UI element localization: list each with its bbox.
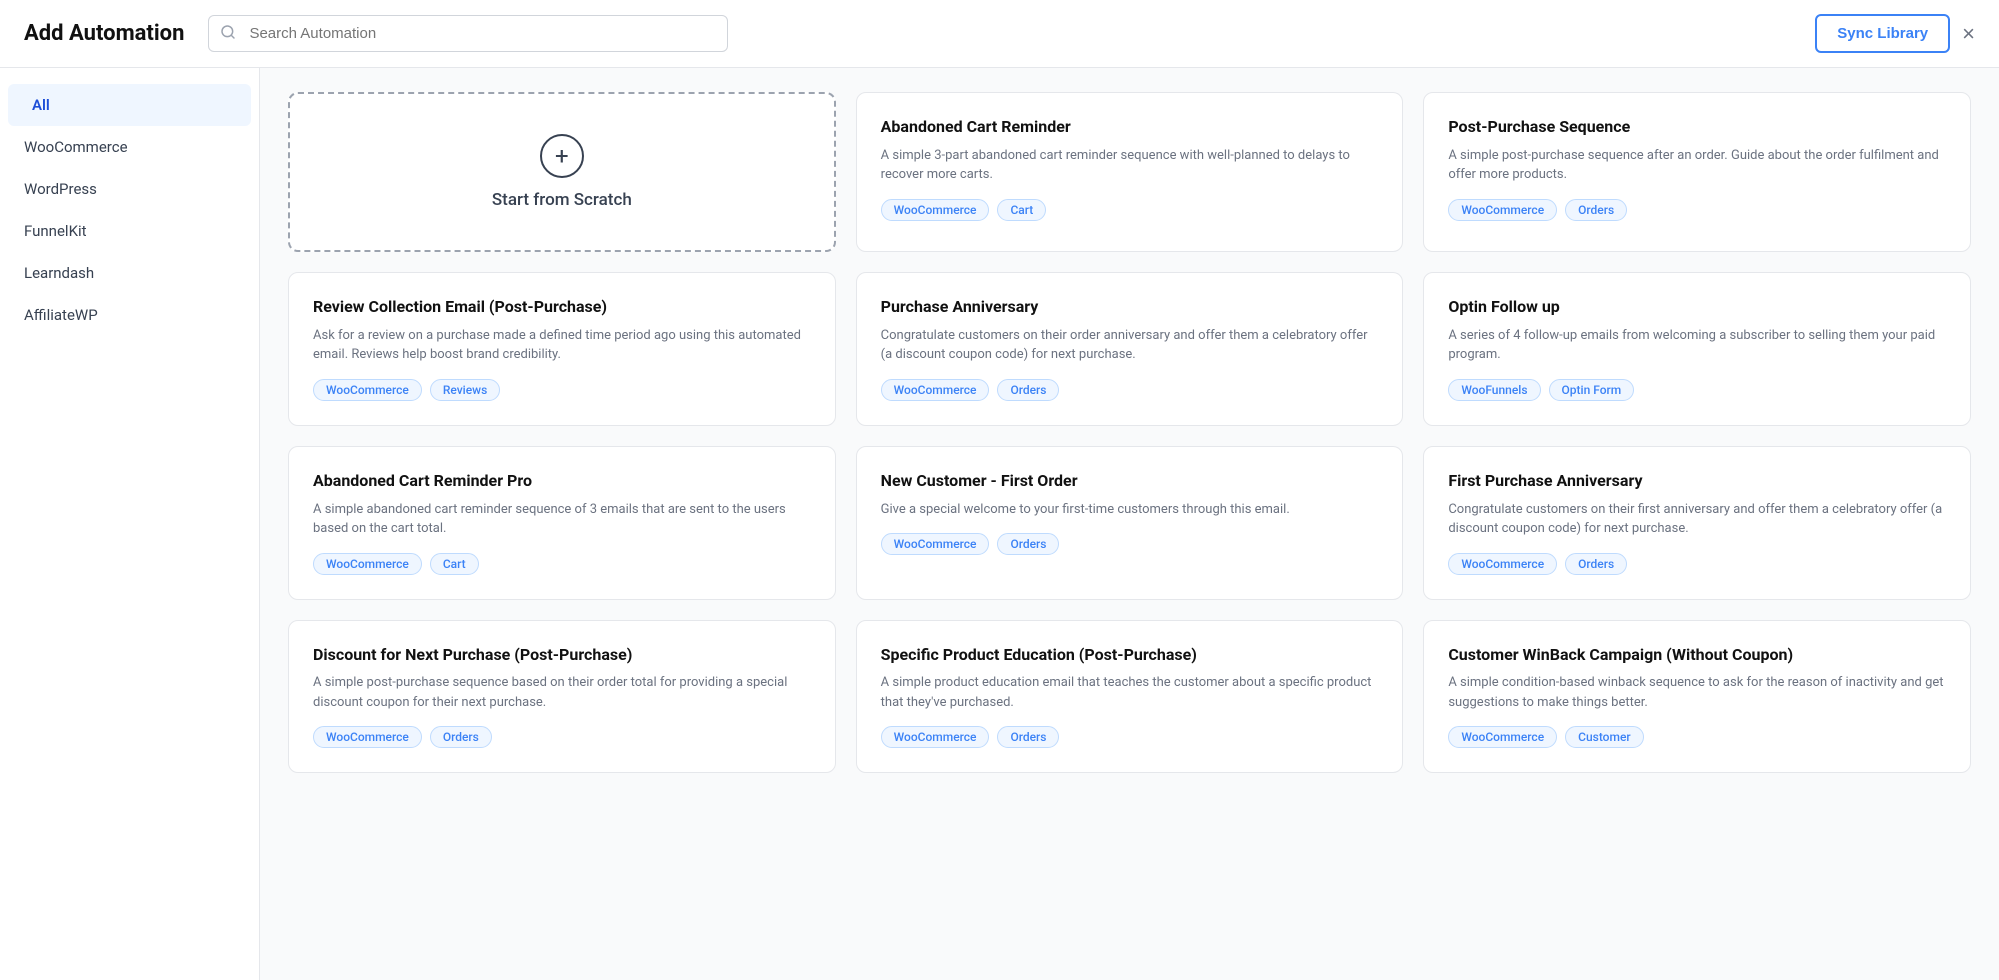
card-title: Optin Follow up xyxy=(1448,297,1946,318)
card-title: Post-Purchase Sequence xyxy=(1448,117,1946,138)
sidebar: AllWooCommerceWordPressFunnelKitLearndas… xyxy=(0,68,260,980)
card-tags: WooCommerce Orders xyxy=(1448,199,1946,221)
tag: Optin Form xyxy=(1549,379,1635,401)
header-actions: Sync Library × xyxy=(1815,14,1975,53)
card-tags: WooCommerce Cart xyxy=(881,199,1379,221)
tag: Cart xyxy=(997,199,1046,221)
card-tags: WooFunnels Optin Form xyxy=(1448,379,1946,401)
tag: WooFunnels xyxy=(1448,379,1540,401)
card-title: Abandoned Cart Reminder xyxy=(881,117,1379,138)
tag: Customer xyxy=(1565,726,1643,748)
automation-card-discount-next-purchase[interactable]: Discount for Next Purchase (Post-Purchas… xyxy=(288,620,836,774)
tag: WooCommerce xyxy=(881,199,990,221)
card-desc: A series of 4 follow-up emails from welc… xyxy=(1448,326,1946,365)
card-desc: A simple condition-based winback sequenc… xyxy=(1448,673,1946,712)
layout: AllWooCommerceWordPressFunnelKitLearndas… xyxy=(0,68,1999,980)
card-desc: A simple post-purchase sequence based on… xyxy=(313,673,811,712)
tag: Orders xyxy=(997,533,1059,555)
scratch-label: Start from Scratch xyxy=(492,190,632,210)
card-title: Purchase Anniversary xyxy=(881,297,1379,318)
automation-card-review-collection-email[interactable]: Review Collection Email (Post-Purchase) … xyxy=(288,272,836,426)
start-from-scratch-card[interactable]: + Start from Scratch xyxy=(288,92,836,252)
tag: Reviews xyxy=(430,379,500,401)
automation-card-abandoned-cart-reminder-pro[interactable]: Abandoned Cart Reminder Pro A simple aba… xyxy=(288,446,836,600)
card-desc: A simple 3-part abandoned cart reminder … xyxy=(881,146,1379,185)
card-desc: Congratulate customers on their order an… xyxy=(881,326,1379,365)
tag: WooCommerce xyxy=(881,533,990,555)
card-desc: A simple product education email that te… xyxy=(881,673,1379,712)
automation-card-customer-winback[interactable]: Customer WinBack Campaign (Without Coupo… xyxy=(1423,620,1971,774)
card-title: Abandoned Cart Reminder Pro xyxy=(313,471,811,492)
card-tags: WooCommerce Cart xyxy=(313,553,811,575)
tag: Orders xyxy=(430,726,492,748)
search-icon xyxy=(220,24,236,44)
search-wrapper xyxy=(208,15,728,52)
tag: WooCommerce xyxy=(1448,553,1557,575)
main-content: + Start from Scratch Abandoned Cart Remi… xyxy=(260,68,1999,980)
card-title: First Purchase Anniversary xyxy=(1448,471,1946,492)
card-desc: Give a special welcome to your first-tim… xyxy=(881,500,1379,520)
sidebar-item-funnelkit[interactable]: FunnelKit xyxy=(0,210,259,252)
search-input[interactable] xyxy=(208,15,728,52)
card-desc: Congratulate customers on their first an… xyxy=(1448,500,1946,539)
page-title: Add Automation xyxy=(24,21,184,46)
tag: WooCommerce xyxy=(1448,199,1557,221)
tag: WooCommerce xyxy=(1448,726,1557,748)
card-tags: WooCommerce Reviews xyxy=(313,379,811,401)
sidebar-item-wordpress[interactable]: WordPress xyxy=(0,168,259,210)
card-tags: WooCommerce Orders xyxy=(313,726,811,748)
sidebar-item-all[interactable]: All xyxy=(8,84,251,126)
tag: WooCommerce xyxy=(313,379,422,401)
card-title: Customer WinBack Campaign (Without Coupo… xyxy=(1448,645,1946,666)
tag: WooCommerce xyxy=(881,726,990,748)
header: Add Automation Sync Library × xyxy=(0,0,1999,68)
automation-card-purchase-anniversary[interactable]: Purchase Anniversary Congratulate custom… xyxy=(856,272,1404,426)
card-title: Specific Product Education (Post-Purchas… xyxy=(881,645,1379,666)
automation-card-post-purchase-sequence[interactable]: Post-Purchase Sequence A simple post-pur… xyxy=(1423,92,1971,252)
tag: Cart xyxy=(430,553,479,575)
plus-icon: + xyxy=(540,134,584,178)
card-desc: A simple post-purchase sequence after an… xyxy=(1448,146,1946,185)
tag: WooCommerce xyxy=(881,379,990,401)
automation-card-optin-follow-up[interactable]: Optin Follow up A series of 4 follow-up … xyxy=(1423,272,1971,426)
tag: Orders xyxy=(997,726,1059,748)
automation-card-abandoned-cart-reminder[interactable]: Abandoned Cart Reminder A simple 3-part … xyxy=(856,92,1404,252)
card-tags: WooCommerce Orders xyxy=(881,379,1379,401)
automation-card-new-customer-first-order[interactable]: New Customer - First Order Give a specia… xyxy=(856,446,1404,600)
card-title: New Customer - First Order xyxy=(881,471,1379,492)
automation-grid: + Start from Scratch Abandoned Cart Remi… xyxy=(288,92,1971,773)
automation-card-first-purchase-anniversary[interactable]: First Purchase Anniversary Congratulate … xyxy=(1423,446,1971,600)
sidebar-item-woocommerce[interactable]: WooCommerce xyxy=(0,126,259,168)
tag: Orders xyxy=(1565,553,1627,575)
card-title: Discount for Next Purchase (Post-Purchas… xyxy=(313,645,811,666)
tag: Orders xyxy=(997,379,1059,401)
sync-library-button[interactable]: Sync Library xyxy=(1815,14,1950,53)
card-tags: WooCommerce Orders xyxy=(881,726,1379,748)
sidebar-item-affiliatewp[interactable]: AffiliateWP xyxy=(0,294,259,336)
card-desc: Ask for a review on a purchase made a de… xyxy=(313,326,811,365)
card-tags: WooCommerce Orders xyxy=(1448,553,1946,575)
tag: WooCommerce xyxy=(313,553,422,575)
tag: Orders xyxy=(1565,199,1627,221)
card-tags: WooCommerce Customer xyxy=(1448,726,1946,748)
automation-card-specific-product-education[interactable]: Specific Product Education (Post-Purchas… xyxy=(856,620,1404,774)
card-title: Review Collection Email (Post-Purchase) xyxy=(313,297,811,318)
card-tags: WooCommerce Orders xyxy=(881,533,1379,555)
card-desc: A simple abandoned cart reminder sequenc… xyxy=(313,500,811,539)
sidebar-item-learndash[interactable]: Learndash xyxy=(0,252,259,294)
close-button[interactable]: × xyxy=(1962,23,1975,45)
tag: WooCommerce xyxy=(313,726,422,748)
